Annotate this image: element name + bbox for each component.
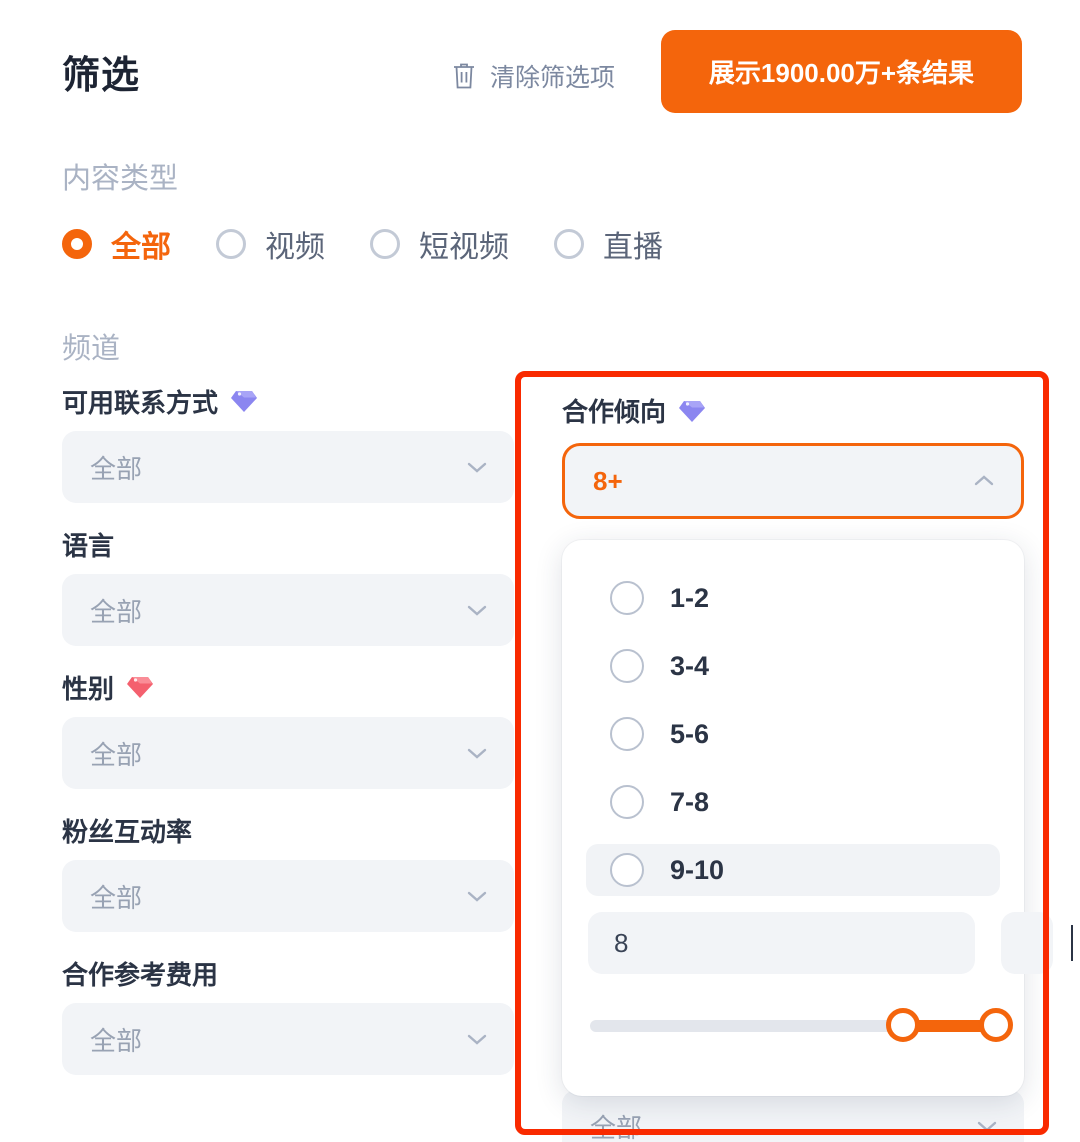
select-value: 全部 xyxy=(90,739,143,770)
filter-label: 可用联系方式 xyxy=(62,387,219,418)
select-engagement-rate[interactable]: 全部 xyxy=(62,860,514,932)
content-type-radio-group: 全部 视频 短视频 直播 xyxy=(62,222,663,266)
radio-unchecked-icon xyxy=(610,853,644,887)
radio-unchecked-icon xyxy=(610,785,644,819)
filter-field-collab-cost: 合作参考费用 全部 xyxy=(62,957,514,1075)
radio-unchecked-icon xyxy=(610,581,644,615)
select-value: 全部 xyxy=(590,1112,643,1142)
dropdown-option-label: 1-2 xyxy=(670,582,710,613)
radio-dot-icon xyxy=(370,229,400,259)
slider-handle-low[interactable] xyxy=(885,1008,920,1042)
min-value-input[interactable] xyxy=(588,912,975,974)
radio-label: 直播 xyxy=(603,231,663,264)
dropdown-option-label: 5-6 xyxy=(670,718,710,749)
show-results-button[interactable]: 展示1900.00万+条结果 xyxy=(661,30,1022,113)
select-value: 全部 xyxy=(90,453,143,484)
dropdown-option-1-2[interactable]: 1-2 xyxy=(586,572,1000,624)
filter-label: 合作倾向 xyxy=(562,397,667,427)
dropdown-option-label: 7-8 xyxy=(670,786,710,817)
field-label-row: 粉丝互动率 xyxy=(62,814,514,847)
gem-icon-purple xyxy=(678,399,706,423)
max-value-input-wrapper xyxy=(1001,912,1073,974)
radio-label: 全部 xyxy=(111,231,171,264)
range-slider[interactable] xyxy=(586,1008,1013,1042)
collab-intent-dropdown: 1-2 3-4 5-6 7-8 9-10 xyxy=(562,540,1073,1096)
filter-label: 合作参考费用 xyxy=(62,959,219,990)
radio-label: 短视频 xyxy=(419,231,509,264)
max-value-input[interactable] xyxy=(1001,912,1053,974)
dropdown-option-3-4[interactable]: 3-4 xyxy=(586,640,1000,692)
radio-dot-icon xyxy=(216,229,246,259)
range-inputs-row xyxy=(586,912,1073,974)
left-filter-column: 可用联系方式 全部 语言 全部 性别 全部 粉丝互动率 全部 合作参考费用 全部 xyxy=(62,385,514,1100)
gem-icon-purple xyxy=(230,389,258,413)
dropdown-option-5-6[interactable]: 5-6 xyxy=(586,708,1000,760)
page-title: 筛选 xyxy=(62,55,141,97)
select-value: 全部 xyxy=(90,1025,143,1056)
radio-content-type-0[interactable]: 全部 xyxy=(62,222,171,266)
filter-header: 筛选 清除筛选项 展示1900.00万+条结果 xyxy=(0,0,1080,140)
radio-dot-icon xyxy=(554,229,584,259)
select-behind-dropdown[interactable]: 全部 xyxy=(562,1090,1024,1142)
filter-label: 性别 xyxy=(62,673,115,704)
select-gender[interactable]: 全部 xyxy=(62,717,514,789)
field-label-row: 合作倾向 xyxy=(562,392,1024,429)
field-label-row: 语言 xyxy=(62,528,514,561)
radio-content-type-3[interactable]: 直播 xyxy=(554,222,663,266)
radio-content-type-2[interactable]: 短视频 xyxy=(370,222,509,266)
text-caret xyxy=(1071,925,1073,961)
select-contact-method[interactable]: 全部 xyxy=(62,431,514,503)
radio-label: 视频 xyxy=(265,231,325,264)
field-label-row: 可用联系方式 xyxy=(62,385,514,418)
select-collab-cost[interactable]: 全部 xyxy=(62,1003,514,1075)
filter-field-engagement-rate: 粉丝互动率 全部 xyxy=(62,814,514,932)
radio-content-type-1[interactable]: 视频 xyxy=(216,222,325,266)
dropdown-option-label: 9-10 xyxy=(670,854,725,885)
clear-filters-button[interactable]: 清除筛选项 xyxy=(452,58,615,94)
select-collab-intent[interactable]: 8+ xyxy=(562,443,1024,519)
select-value: 全部 xyxy=(90,596,143,627)
select-value: 全部 xyxy=(90,882,143,913)
filter-field-contact-method: 可用联系方式 全部 xyxy=(62,385,514,503)
filter-field-language: 语言 全部 xyxy=(62,528,514,646)
field-label-row: 合作参考费用 xyxy=(62,957,514,990)
filter-field-gender: 性别 全部 xyxy=(62,671,514,789)
radio-unchecked-icon xyxy=(610,649,644,683)
trash-icon xyxy=(452,62,476,90)
dropdown-option-9-10[interactable]: 9-10 xyxy=(586,844,1000,896)
filter-label: 语言 xyxy=(62,530,115,561)
dropdown-option-label: 3-4 xyxy=(670,650,710,681)
section-heading-content-type: 内容类型 xyxy=(62,163,179,195)
collab-intent-field: 合作倾向 8+ xyxy=(562,392,1024,519)
select-language[interactable]: 全部 xyxy=(62,574,514,646)
select-value: 8+ xyxy=(593,465,623,496)
gem-icon-red xyxy=(126,675,154,699)
radio-dot-icon xyxy=(62,229,92,259)
filter-panel-screen: 筛选 清除筛选项 展示1900.00万+条结果 内容类型 全部 视频 短视频 直… xyxy=(0,0,1080,1142)
clear-filters-label: 清除筛选项 xyxy=(490,64,616,92)
slider-handle-high[interactable] xyxy=(979,1008,1013,1042)
filter-label: 粉丝互动率 xyxy=(62,816,193,847)
dropdown-option-7-8[interactable]: 7-8 xyxy=(586,776,1000,828)
radio-unchecked-icon xyxy=(610,717,644,751)
section-heading-channel: 频道 xyxy=(62,333,121,365)
field-label-row: 性别 xyxy=(62,671,514,704)
